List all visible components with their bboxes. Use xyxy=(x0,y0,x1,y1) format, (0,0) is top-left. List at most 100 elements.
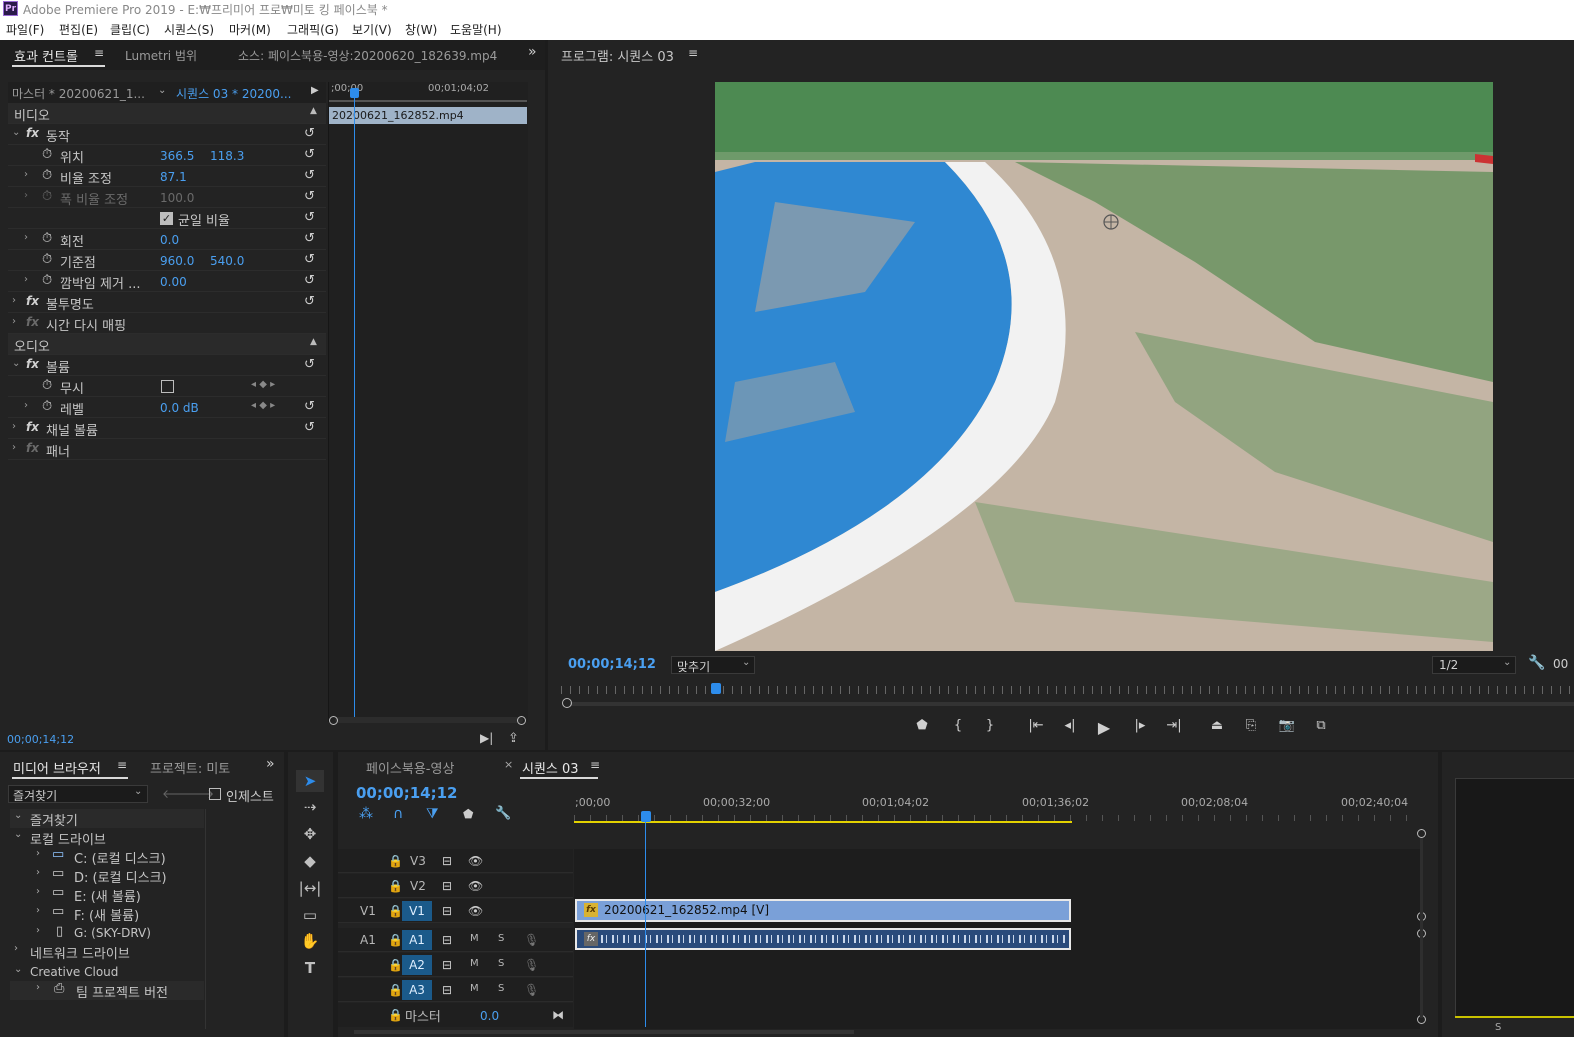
reset-icon[interactable]: ↺ xyxy=(304,420,315,435)
tree-favorites[interactable]: ⌄ 즐겨찾기 xyxy=(10,809,204,829)
tab-project[interactable]: 프로젝트: 미토 xyxy=(150,758,230,777)
expand-chevron-icon[interactable]: ⌄ xyxy=(12,127,20,138)
position-y-value[interactable]: 118.3 xyxy=(210,149,244,163)
menu-marker[interactable]: 마커(M) xyxy=(229,21,271,38)
eye-icon[interactable]: 👁 xyxy=(468,854,483,868)
solo-button[interactable]: S xyxy=(498,983,504,994)
anchor-y-value[interactable]: 540.0 xyxy=(210,254,244,268)
hand-tool-icon[interactable]: ✋ xyxy=(298,932,322,954)
audio-clip-a1[interactable]: fx xyxy=(575,928,1071,950)
mark-out-icon[interactable]: } xyxy=(978,718,1002,738)
tree-drive-d[interactable]: › ▭ D: (로컬 디스크) xyxy=(10,866,204,886)
effect-row-panner[interactable]: › fx 패너 xyxy=(8,439,326,460)
compare-view-icon[interactable]: ⧉ xyxy=(1309,718,1333,738)
track-label-v2[interactable]: V2 xyxy=(410,879,426,893)
master-volume-value[interactable]: 0.0 xyxy=(480,1009,499,1023)
sync-lock-icon[interactable]: ⊟ xyxy=(442,854,452,868)
microphone-icon[interactable]: 🎙 xyxy=(524,958,539,972)
rotation-value[interactable]: 0.0 xyxy=(160,233,179,247)
mute-button[interactable]: M xyxy=(470,983,479,994)
lock-icon[interactable]: 🔒 xyxy=(388,879,403,893)
effect-row-volume[interactable]: ⌄ fx 볼륨 ↺ xyxy=(8,355,326,376)
tree-network-drives[interactable]: › 네트워크 드라이브 xyxy=(10,942,204,962)
reset-icon[interactable]: ↺ xyxy=(304,357,315,372)
go-to-in-icon[interactable]: |⇤ xyxy=(1024,718,1048,738)
flicker-value[interactable]: 0.00 xyxy=(160,275,187,289)
menu-edit[interactable]: 편집(E) xyxy=(59,21,98,38)
program-zoom-bar[interactable] xyxy=(570,702,1574,706)
timeline-horizontal-scrollbar[interactable] xyxy=(354,1030,854,1034)
effect-mini-timeline[interactable]: ;00;00 00;01;04;02 20200621_162852.mp4 xyxy=(328,82,528,722)
panel-menu-icon[interactable]: ≡ xyxy=(688,46,698,60)
lock-icon[interactable]: 🔒 xyxy=(388,1008,403,1022)
sync-lock-icon[interactable]: ⊟ xyxy=(442,879,452,893)
ripple-edit-tool-icon[interactable]: ✥ xyxy=(298,825,322,847)
mini-playhead-handle[interactable] xyxy=(350,88,359,98)
expand-chevron-icon[interactable]: › xyxy=(24,190,28,201)
step-back-icon[interactable]: ◂| xyxy=(1058,718,1082,738)
track-target-a2[interactable]: A2 xyxy=(402,955,432,975)
sync-lock-icon[interactable]: ⊟ xyxy=(442,904,452,918)
solo-button[interactable]: S xyxy=(1495,1022,1501,1033)
play-only-audio-icon[interactable]: ▶ xyxy=(311,85,319,96)
track-target-v1[interactable]: V1 xyxy=(402,901,432,921)
microphone-icon[interactable]: 🎙 xyxy=(524,983,539,997)
slip-tool-icon[interactable]: |↔| xyxy=(298,879,322,901)
pen-tool-icon[interactable]: ▭ xyxy=(298,906,322,928)
lock-icon[interactable]: 🔒 xyxy=(388,983,403,997)
video-clip-v1[interactable]: fx 20200621_162852.mp4 [V] xyxy=(575,899,1071,922)
microphone-icon[interactable]: 🎙 xyxy=(524,933,539,947)
reset-icon[interactable]: ↺ xyxy=(304,294,315,309)
snap-magnet-icon[interactable]: ∩ xyxy=(393,806,403,822)
timeline-playhead-handle[interactable] xyxy=(641,811,651,822)
scroll-handle-right[interactable] xyxy=(517,716,526,725)
fit-dropdown[interactable]: 맞추기 ⌄ xyxy=(671,656,755,674)
fx-badge-icon[interactable]: fx xyxy=(26,126,39,140)
mute-button[interactable]: M xyxy=(470,958,479,969)
menu-view[interactable]: 보기(V) xyxy=(352,21,392,38)
solo-button[interactable]: S xyxy=(498,933,504,944)
go-to-out-icon[interactable]: ⇥| xyxy=(1162,718,1186,738)
tab-facebook-sequence[interactable]: 페이스북용-영상 xyxy=(366,758,454,777)
expand-chevron-icon[interactable]: ⌄ xyxy=(12,358,20,369)
effect-row-time-remap[interactable]: › fx 시간 다시 매핑 xyxy=(8,313,326,334)
wrench-icon[interactable]: 🔧 xyxy=(1528,655,1545,671)
expand-chevron-icon[interactable]: › xyxy=(24,274,28,285)
expand-chevron-icon[interactable]: › xyxy=(24,400,28,411)
track-target-a1[interactable]: A1 xyxy=(402,930,432,950)
camera-icon[interactable]: 📷 xyxy=(1275,718,1299,738)
eye-icon[interactable]: 👁 xyxy=(468,904,483,918)
sync-lock-icon[interactable]: ⊟ xyxy=(442,983,452,997)
sync-lock-icon[interactable]: ⊟ xyxy=(442,958,452,972)
menu-clip[interactable]: 클립(C) xyxy=(110,21,150,38)
reset-icon[interactable]: ↺ xyxy=(304,210,315,225)
program-video-frame[interactable] xyxy=(715,82,1493,651)
timeline-ruler[interactable]: ;00;00 00;00;32;00 00;01;04;02 00;01;36;… xyxy=(574,795,1420,825)
stopwatch-icon[interactable]: ⏱ xyxy=(42,399,52,414)
fx-badge-icon[interactable]: fx xyxy=(26,294,39,308)
program-playhead[interactable] xyxy=(711,683,721,694)
tab-effect-controls[interactable]: 효과 컨트롤 xyxy=(14,46,78,65)
tree-drive-c[interactable]: › ▭ C: (로컬 디스크) xyxy=(10,847,204,867)
tree-drive-e[interactable]: › ▭ E: (새 볼륨) xyxy=(10,885,204,905)
export-icon[interactable]: ⇪ xyxy=(508,731,519,746)
master-clip-label[interactable]: 마스터 * 20200621_1... xyxy=(12,85,145,102)
stopwatch-icon[interactable]: ⏱ xyxy=(42,168,52,183)
lock-icon[interactable]: 🔒 xyxy=(388,933,403,947)
reset-icon[interactable]: ↺ xyxy=(304,273,315,288)
reset-icon[interactable]: ↺ xyxy=(304,231,315,246)
effect-row-opacity[interactable]: › fx 불투명도 ↺ xyxy=(8,292,326,313)
keyframe-nav-icon[interactable]: ◂ ◆ ▸ xyxy=(251,379,275,390)
chevron-down-icon[interactable]: ⌄ xyxy=(158,85,166,96)
ingest-checkbox[interactable] xyxy=(209,788,221,800)
tree-drive-g[interactable]: › ▯ G: (SKY-DRV) xyxy=(10,924,204,943)
type-tool-icon[interactable]: T xyxy=(298,959,322,981)
timeline-settings-wrench-icon[interactable]: 🔧 xyxy=(495,806,511,821)
bypass-checkbox[interactable] xyxy=(161,380,174,393)
expand-chevron-icon[interactable]: › xyxy=(12,442,16,453)
tab-sequence-03[interactable]: 시퀀스 03 xyxy=(522,758,579,777)
mini-playhead[interactable] xyxy=(354,90,355,720)
play-icon[interactable]: ▶ xyxy=(1092,718,1116,738)
tree-local-drives[interactable]: ⌄ 로컬 드라이브 xyxy=(10,828,204,848)
program-monitor-title[interactable]: 프로그램: 시퀀스 03 xyxy=(561,46,674,65)
